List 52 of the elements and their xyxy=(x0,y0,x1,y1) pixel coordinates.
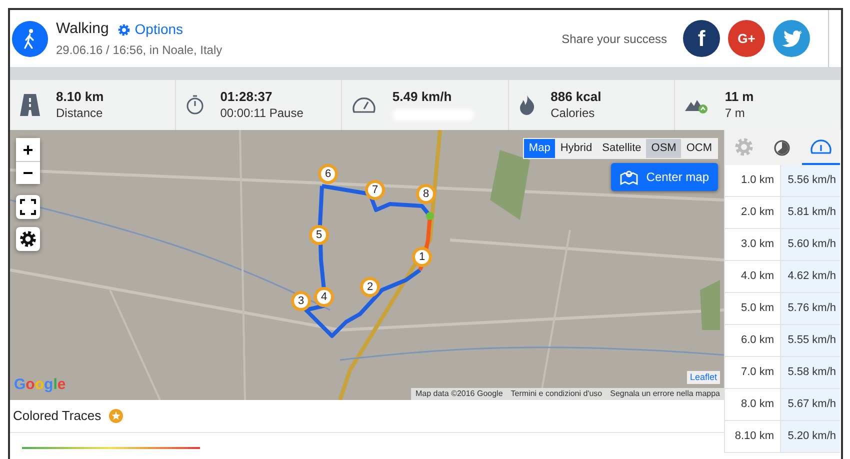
map-layer-tab[interactable]: Map xyxy=(524,139,556,158)
stat-label: 7 m xyxy=(724,105,746,121)
split-speed: 5.20 km/h xyxy=(781,421,840,452)
stat-value: 886 kcal xyxy=(550,89,602,105)
walking-icon xyxy=(12,20,48,56)
speedometer-icon xyxy=(352,96,376,114)
stat-value: 5.49 km/h xyxy=(392,89,453,105)
map-layer-tab[interactable]: Hybrid xyxy=(555,139,598,158)
attribution-link[interactable]: Map data ©2016 Google xyxy=(415,388,503,400)
speedometer-icon xyxy=(810,138,832,154)
settings-button[interactable] xyxy=(16,227,40,251)
zoom-in-button[interactable]: + xyxy=(16,138,40,161)
map-layer-tab[interactable]: OCM xyxy=(681,139,717,158)
split-speed: 5.67 km/h xyxy=(781,389,840,420)
split-speed: 5.56 km/h xyxy=(781,165,840,196)
colored-traces-label: Colored Traces xyxy=(13,407,102,426)
bird-icon xyxy=(782,30,802,47)
map-pin-icon xyxy=(620,169,638,185)
twitter-button[interactable] xyxy=(773,20,810,57)
settings-icon xyxy=(734,136,754,156)
stat-value: 01:28:37 xyxy=(220,89,274,105)
stat-label: Distance xyxy=(56,105,104,121)
split-speed: 5.60 km/h xyxy=(781,229,840,260)
stat-value: 8.10 km xyxy=(56,89,104,105)
attribution-link[interactable]: Segnala un errore nella mappa xyxy=(610,388,720,400)
split-speed: 5.58 km/h xyxy=(781,357,840,388)
zoom-out-button[interactable]: − xyxy=(16,161,40,184)
split-speed: 5.55 km/h xyxy=(781,325,840,356)
stat-value: 11 m xyxy=(724,89,754,105)
fullscreen-button[interactable] xyxy=(16,195,40,219)
share-label: Share your success xyxy=(562,30,667,48)
split-speed: 5.76 km/h xyxy=(781,293,840,324)
stat-label: 00:00:11 Pause xyxy=(220,105,304,121)
map-layer-tab[interactable]: OSM xyxy=(646,139,682,158)
flame-icon xyxy=(518,95,535,115)
stopwatch-icon xyxy=(186,95,204,115)
facebook-button[interactable]: f xyxy=(683,20,720,57)
split-speed: 5.81 km/h xyxy=(781,197,840,228)
gear-icon xyxy=(116,22,131,36)
activity-title: Walking xyxy=(56,19,109,40)
google-plus-button[interactable]: G+ xyxy=(728,20,765,57)
activity-subtitle: 29.06.16 / 16:56, in Noale, Italy xyxy=(56,42,222,59)
distance-icon xyxy=(20,94,40,116)
star-icon xyxy=(109,409,124,423)
center-map-button[interactable]: Center map xyxy=(611,163,718,191)
options-link[interactable]: Options xyxy=(116,19,184,40)
stat-label: Calories xyxy=(550,105,596,121)
map-layer-tab[interactable]: Satellite xyxy=(597,139,646,158)
attribution-link[interactable]: Termini e condizioni d'uso xyxy=(510,388,602,400)
google-logo: Google xyxy=(14,374,66,394)
timer-icon xyxy=(773,138,792,156)
split-speed: 4.62 km/h xyxy=(781,261,840,292)
